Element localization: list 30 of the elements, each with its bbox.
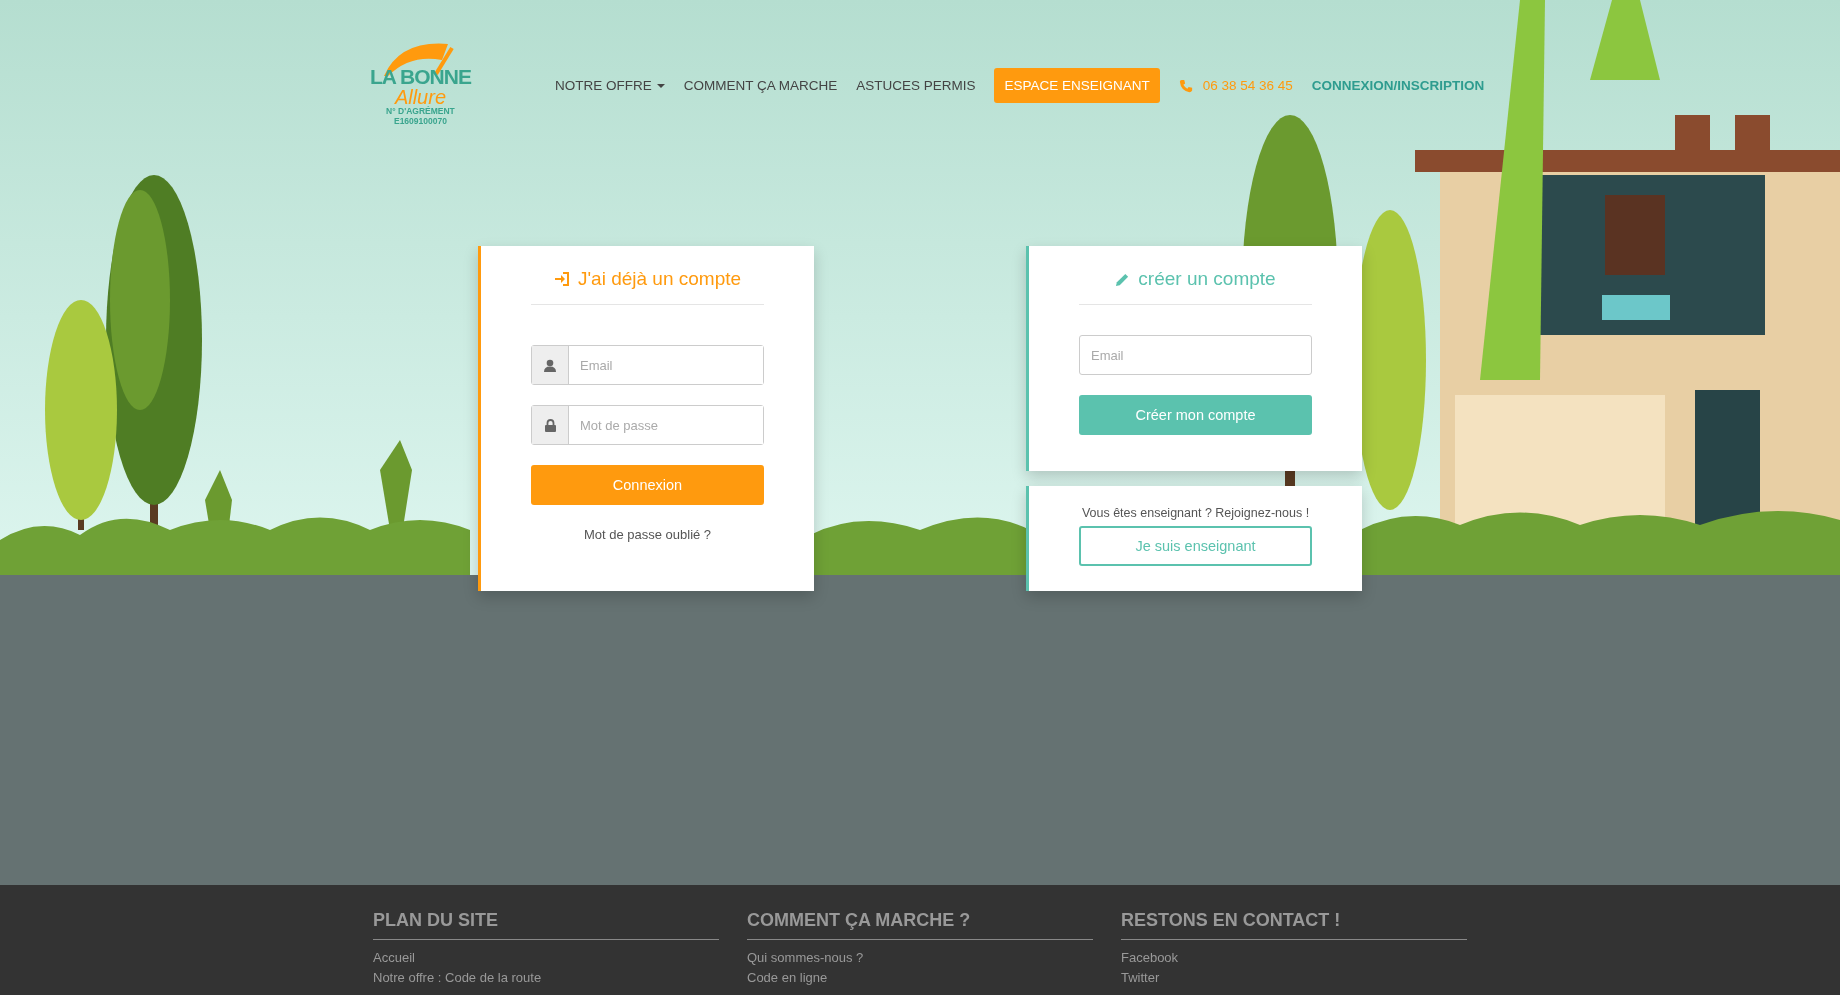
pencil-icon bbox=[1115, 271, 1131, 287]
login-signup-link[interactable]: CONNEXION/INSCRIPTION bbox=[1311, 78, 1485, 93]
footer-heading: RESTONS EN CONTACT ! bbox=[1121, 910, 1467, 940]
footer-link[interactable]: Code en ligne bbox=[747, 968, 1093, 988]
logo-name: LA BONNE bbox=[370, 66, 471, 88]
email-field[interactable]: Email bbox=[531, 345, 764, 385]
footer-link[interactable]: Notre offre : Code de la route bbox=[373, 968, 719, 988]
teacher-invite-text: Vous êtes enseignant ? Rejoignez-nous ! bbox=[1080, 506, 1311, 520]
lock-icon bbox=[544, 418, 556, 432]
phone-icon bbox=[1178, 78, 1193, 93]
password-field[interactable]: Mot de passe bbox=[531, 405, 764, 445]
footer-link[interactable]: Twitter bbox=[1121, 968, 1467, 988]
user-icon bbox=[544, 358, 556, 372]
forgot-password-link[interactable]: Mot de passe oublié ? bbox=[531, 527, 764, 542]
footer-heading: COMMENT ÇA MARCHE ? bbox=[747, 910, 1093, 940]
caret-icon bbox=[656, 83, 665, 88]
agrement-number: E1609100070 bbox=[393, 116, 447, 126]
signup-title: créer un compte bbox=[1138, 268, 1276, 290]
signup-email-field[interactable]: Email bbox=[1079, 335, 1312, 375]
agrement-label: N° D'AGRÉMENT bbox=[386, 106, 455, 116]
logo-script: Allure bbox=[394, 88, 446, 106]
nav-menu-link[interactable]: NOTRE OFFRE bbox=[554, 78, 665, 93]
sign-in-icon bbox=[553, 271, 570, 287]
footer-link[interactable]: Accueil bbox=[373, 948, 719, 968]
footer-heading: PLAN DU SITE bbox=[373, 910, 719, 940]
login-title: J'ai déjà un compte bbox=[577, 268, 742, 290]
footer-link[interactable]: Qui sommes-nous ? bbox=[747, 948, 1093, 968]
nav-link[interactable]: ASTUCES PERMIS bbox=[856, 78, 976, 93]
footer-link[interactable]: Facebook bbox=[1121, 948, 1467, 968]
nav-link[interactable]: COMMENT ÇA MARCHE bbox=[683, 78, 838, 93]
